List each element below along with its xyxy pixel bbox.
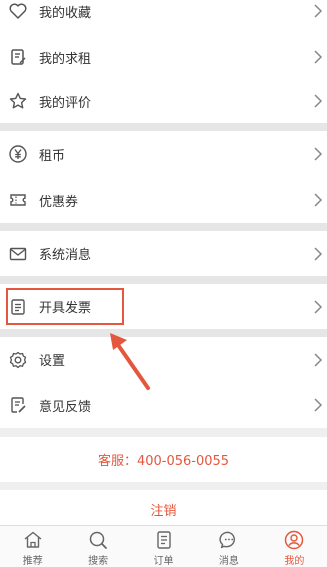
ticket-icon — [8, 190, 28, 210]
menu-item-my-rent-request[interactable]: 我的求租 — [0, 34, 327, 80]
menu-item-label: 租币 — [39, 148, 66, 164]
section-divider — [0, 123, 327, 131]
tab-label: 推荐 — [22, 556, 43, 567]
gear-icon — [8, 350, 28, 370]
menu-item-rent-coin[interactable]: 租币 — [0, 131, 327, 177]
section-divider — [0, 276, 327, 284]
tab-search[interactable]: 搜索 — [65, 526, 130, 567]
menu-group-messages: 系统消息 — [0, 231, 327, 276]
menu-item-label: 我的求租 — [39, 51, 92, 67]
logout-label: 注销 — [150, 503, 177, 519]
menu-item-coupons[interactable]: 优惠券 — [0, 177, 327, 223]
arrow-annotation-icon — [110, 333, 150, 390]
tab-label: 搜索 — [88, 556, 109, 567]
chevron-right-icon — [314, 193, 323, 207]
chevron-right-icon — [314, 352, 323, 367]
menu-item-label: 我的收藏 — [39, 5, 92, 21]
menu-item-label: 系统消息 — [39, 248, 92, 263]
profile-icon — [285, 530, 304, 550]
menu-item-favorites[interactable]: 我的收藏 — [0, 0, 327, 34]
mail-icon — [8, 244, 28, 264]
tab-label: 订单 — [153, 556, 174, 567]
menu-item-label: 设置 — [39, 354, 66, 369]
tab-recommend[interactable]: 推荐 — [0, 526, 65, 567]
bottom-tab-bar: 推荐 搜索 订单 消息 我的 — [0, 525, 327, 567]
chevron-right-icon — [314, 398, 323, 412]
chevron-right-icon — [314, 50, 323, 64]
search-icon — [89, 531, 108, 549]
tab-orders[interactable]: 订单 — [131, 526, 196, 567]
logout-button[interactable]: 注销 — [0, 490, 327, 528]
chevron-right-icon — [314, 147, 323, 161]
tab-label: 消息 — [218, 556, 239, 567]
menu-item-feedback[interactable]: 意见反馈 — [0, 382, 327, 428]
chevron-right-icon — [314, 299, 323, 314]
menu-group-wallet: 租币 优惠券 — [0, 131, 327, 223]
star-icon — [8, 91, 28, 111]
chevron-right-icon — [314, 246, 323, 261]
menu-group-account: 我的收藏 我的求租 我的评价 — [0, 0, 327, 123]
heart-icon — [8, 1, 28, 21]
customer-service-text: 客服：400-056-0055 — [97, 454, 230, 469]
menu-item-label: 优惠券 — [39, 194, 79, 210]
customer-service-phone[interactable]: 客服：400-056-0055 — [0, 437, 327, 482]
menu-item-label: 意见反馈 — [39, 399, 92, 415]
menu-item-settings[interactable]: 设置 — [0, 337, 327, 382]
menu-item-system-messages[interactable]: 系统消息 — [0, 231, 327, 276]
message-icon — [219, 531, 235, 549]
section-divider — [0, 329, 327, 337]
home-icon — [24, 531, 42, 548]
order-icon — [156, 531, 171, 549]
invoice-highlight-box — [6, 288, 124, 325]
yen-coin-icon — [8, 144, 28, 164]
chevron-right-icon — [314, 4, 323, 18]
feedback-edit-icon — [8, 395, 28, 415]
menu-group-settings: 设置 意见反馈 — [0, 337, 327, 428]
section-divider — [0, 223, 327, 231]
tab-label: 我的 — [284, 556, 305, 567]
tab-mine[interactable]: 我的 — [262, 526, 327, 567]
menu-item-label: 我的评价 — [39, 95, 92, 111]
tab-messages[interactable]: 消息 — [196, 526, 261, 567]
chevron-right-icon — [314, 94, 323, 108]
menu-item-my-reviews[interactable]: 我的评价 — [0, 78, 327, 124]
clipboard-edit-icon — [8, 47, 28, 67]
